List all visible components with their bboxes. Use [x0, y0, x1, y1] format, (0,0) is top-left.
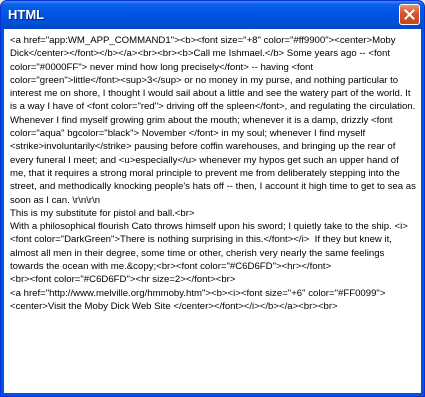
close-button[interactable] — [399, 4, 420, 25]
close-icon — [404, 9, 415, 20]
html-window: HTML <a href="app:WM_APP_COMMAND1"><b><f… — [0, 0, 425, 397]
window-client-area: <a href="app:WM_APP_COMMAND1"><b><font s… — [4, 29, 421, 393]
html-source-text[interactable]: <a href="app:WM_APP_COMMAND1"><b><font s… — [4, 29, 421, 393]
window-title: HTML — [8, 7, 45, 22]
title-bar[interactable]: HTML — [1, 1, 424, 29]
